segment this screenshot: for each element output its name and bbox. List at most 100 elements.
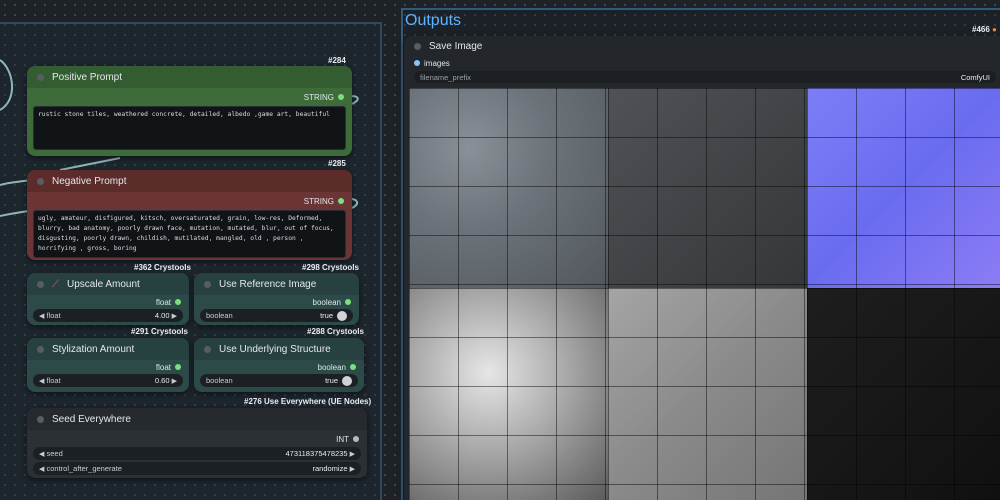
- stylization-amount-node[interactable]: Stylization Amount float ◀ float 0.60 ▶: [27, 338, 189, 392]
- output-socket-icon[interactable]: [345, 299, 351, 305]
- decrement-arrow-icon[interactable]: ◀: [39, 466, 44, 473]
- output-label: INT: [336, 434, 349, 444]
- output-socket-icon[interactable]: [353, 436, 359, 442]
- collapse-dot-icon[interactable]: [204, 345, 211, 353]
- widget-label: float: [46, 376, 61, 385]
- seed-everywhere-node[interactable]: Seed Everywhere INT ◀ seed 4731183754782…: [27, 408, 367, 478]
- negative-footer-badge-left: #362 Crystools: [134, 263, 191, 272]
- widget-value: 473118375478235: [285, 449, 348, 458]
- stylization-amount-header[interactable]: Stylization Amount: [27, 338, 189, 360]
- save-image-input[interactable]: images: [404, 56, 1000, 70]
- use-reference-image-toggle[interactable]: boolean true: [200, 309, 353, 322]
- seed-everywhere-title: Seed Everywhere: [52, 413, 131, 425]
- use-reference-image-title: Use Reference Image: [219, 278, 317, 290]
- widget-label: filename_prefix: [420, 72, 471, 82]
- filename-prefix-widget[interactable]: filename_prefix ComfyUI: [414, 71, 996, 83]
- positive-prompt-node[interactable]: Positive Prompt STRING rustic stone tile…: [27, 66, 352, 156]
- output-socket-icon[interactable]: [338, 94, 344, 100]
- upscale-amount-title: Upscale Amount: [67, 278, 140, 290]
- widget-value: ComfyUI: [960, 72, 990, 82]
- negative-prompt-node[interactable]: Negative Prompt STRING ugly, amateur, di…: [27, 170, 352, 260]
- input-socket-icon[interactable]: [414, 60, 420, 66]
- stylization-amount-widget[interactable]: ◀ float 0.60 ▶: [33, 374, 183, 387]
- control-after-generate-widget[interactable]: ◀ control_after_generate randomize ▶: [33, 462, 361, 475]
- positive-prompt-textarea[interactable]: rustic stone tiles, weathered concrete, …: [33, 106, 346, 150]
- albedo-texture-image[interactable]: [409, 88, 608, 288]
- roughness-texture-image[interactable]: [608, 88, 807, 288]
- output-socket-icon[interactable]: [338, 198, 344, 204]
- decrement-arrow-icon[interactable]: ◀: [39, 451, 44, 458]
- use-underlying-structure-node[interactable]: Use Underlying Structure boolean boolean…: [194, 338, 364, 392]
- normal-map-image[interactable]: [807, 88, 1000, 288]
- negative-prompt-header[interactable]: Negative Prompt: [27, 170, 352, 192]
- output-label: STRING: [303, 92, 334, 102]
- increment-arrow-icon[interactable]: ▶: [350, 466, 355, 473]
- save-image-header[interactable]: Save Image: [404, 36, 1000, 56]
- output-socket-icon[interactable]: [350, 364, 356, 370]
- collapse-dot-icon[interactable]: [37, 177, 44, 185]
- use-underlying-structure-output[interactable]: boolean: [194, 360, 364, 374]
- stylization-amount-title: Stylization Amount: [52, 343, 135, 355]
- increment-arrow-icon[interactable]: ▶: [172, 378, 177, 385]
- seed-widget[interactable]: ◀ seed 473118375478235 ▶: [33, 447, 361, 460]
- seed-everywhere-header[interactable]: Seed Everywhere: [27, 408, 367, 430]
- increment-arrow-icon[interactable]: ▶: [350, 451, 355, 458]
- positive-footer-badge: #285: [328, 159, 346, 168]
- use-underlying-structure-header[interactable]: Use Underlying Structure: [194, 338, 364, 360]
- save-image-badge: #466 ●: [972, 25, 997, 34]
- save-image-badge-text: #466: [972, 25, 990, 34]
- negative-prompt-textarea[interactable]: ugly, amateur, disfigured, kitsch, overs…: [33, 210, 346, 258]
- upscale-amount-widget[interactable]: ◀ float 4.00 ▶: [33, 309, 183, 322]
- use-underlying-structure-title: Use Underlying Structure: [219, 343, 331, 355]
- collapse-dot-icon[interactable]: [37, 345, 44, 353]
- seed-everywhere-output[interactable]: INT: [27, 432, 367, 446]
- increment-arrow-icon[interactable]: ▶: [172, 313, 177, 320]
- widget-label: float: [46, 311, 61, 320]
- widget-value: 4.00: [154, 311, 170, 320]
- use-reference-image-output[interactable]: boolean: [194, 295, 359, 309]
- output-label: STRING: [303, 196, 334, 206]
- collapse-dot-icon[interactable]: [37, 415, 44, 423]
- use-reference-image-node[interactable]: Use Reference Image boolean boolean true: [194, 273, 359, 325]
- decrement-arrow-icon[interactable]: ◀: [39, 313, 44, 320]
- outputs-group-title: Outputs: [405, 12, 462, 29]
- output-label: boolean: [312, 297, 341, 307]
- fox-icon: ●: [992, 25, 997, 34]
- negative-prompt-title: Negative Prompt: [52, 175, 127, 187]
- upscale-amount-output[interactable]: float: [27, 295, 189, 309]
- output-socket-icon[interactable]: [175, 364, 181, 370]
- ambient-occlusion-image[interactable]: [608, 288, 807, 500]
- positive-prompt-header[interactable]: Positive Prompt: [27, 66, 352, 88]
- collapse-dot-icon[interactable]: [37, 280, 44, 288]
- use-reference-footer-badge: #288 Crystools: [307, 327, 364, 336]
- negative-footer-badge-right: #298 Crystools: [302, 263, 359, 272]
- positive-prompt-output[interactable]: STRING: [27, 90, 352, 104]
- positive-prompt-badge: #284: [328, 56, 346, 65]
- widget-value: 0.60: [154, 376, 170, 385]
- toggle-knob-icon[interactable]: [342, 375, 352, 386]
- collapse-dot-icon[interactable]: [414, 42, 421, 50]
- collapse-dot-icon[interactable]: [204, 280, 211, 288]
- output-label: float: [155, 362, 171, 372]
- upscale-amount-header[interactable]: ⟋ Upscale Amount: [27, 273, 189, 295]
- widget-value: true: [325, 376, 338, 385]
- widget-label: seed: [46, 449, 63, 458]
- upscale-footer-badge: #291 Crystools: [131, 327, 188, 336]
- toggle-knob-icon[interactable]: [337, 310, 347, 321]
- collapse-dot-icon[interactable]: [37, 73, 44, 81]
- widget-label: boolean: [206, 376, 233, 385]
- output-label: boolean: [317, 362, 346, 372]
- upscale-amount-node[interactable]: ⟋ Upscale Amount float ◀ float 4.00 ▶: [27, 273, 189, 325]
- negative-prompt-output[interactable]: STRING: [27, 194, 352, 208]
- height-map-image[interactable]: [409, 288, 608, 500]
- metallic-map-image[interactable]: [807, 288, 1000, 500]
- stylization-amount-output[interactable]: float: [27, 360, 189, 374]
- widget-value: randomize: [312, 464, 348, 473]
- output-image-grid[interactable]: [409, 88, 1000, 500]
- output-socket-icon[interactable]: [175, 299, 181, 305]
- save-image-title: Save Image: [429, 40, 483, 52]
- use-reference-image-header[interactable]: Use Reference Image: [194, 273, 359, 295]
- output-label: float: [155, 297, 171, 307]
- use-underlying-structure-toggle[interactable]: boolean true: [200, 374, 358, 387]
- decrement-arrow-icon[interactable]: ◀: [39, 378, 44, 385]
